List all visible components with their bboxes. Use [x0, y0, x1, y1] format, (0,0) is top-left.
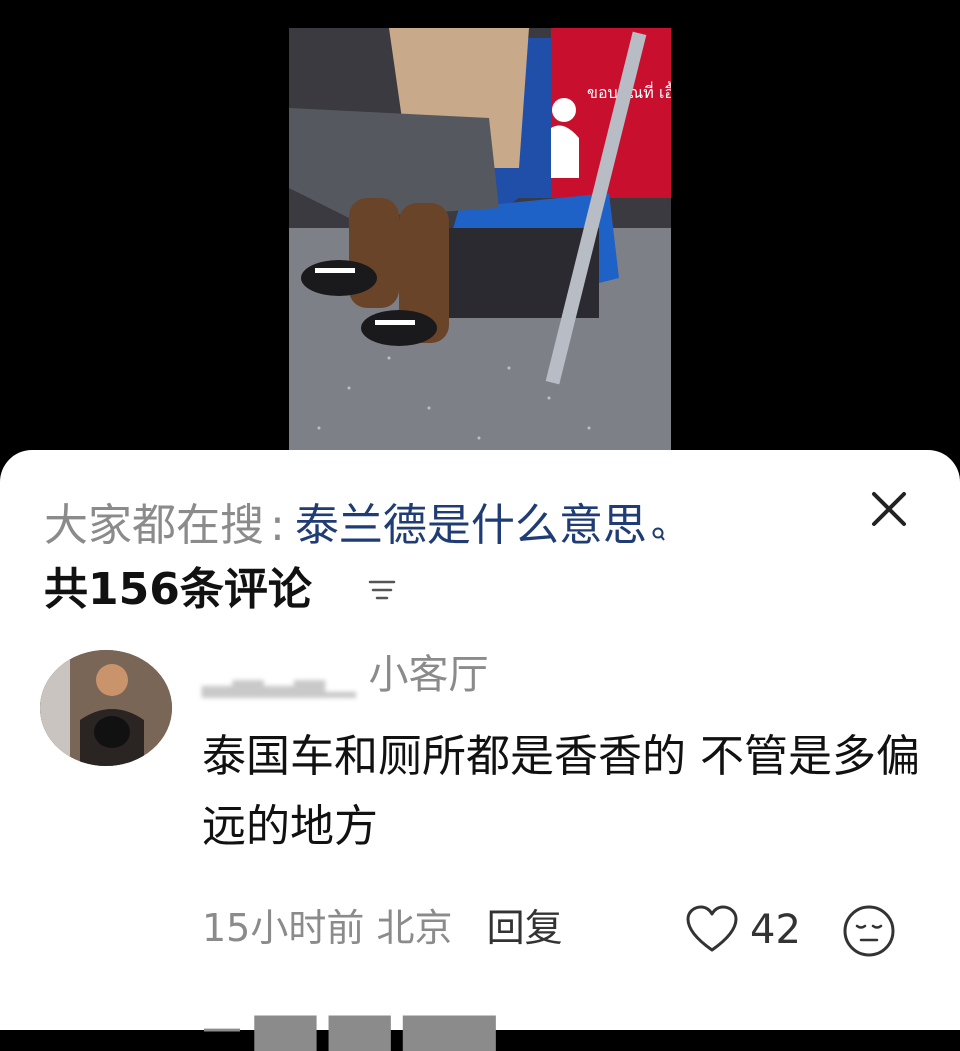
sort-icon[interactable]	[368, 578, 396, 606]
expand-replies-partial[interactable]: — ▆▆ ▆▆ ▆▆▆	[202, 1008, 495, 1048]
emoji-icon[interactable]	[842, 904, 896, 958]
heart-icon[interactable]	[684, 904, 740, 956]
search-prefix: 大家都在搜	[44, 500, 264, 551]
comment-time: 15小时前	[202, 906, 365, 950]
username-obscured: ▂▃▂▃▁	[202, 652, 356, 698]
comment-text: 泰国车和厕所都是香香的 不管是多偏远的地方	[202, 731, 920, 852]
comment-meta: 15小时前 北京 回复	[202, 900, 563, 956]
comment-count: 共156条评论	[44, 564, 312, 615]
search-separator: :	[270, 500, 285, 551]
search-icon[interactable]	[651, 502, 667, 558]
username-label: 小客厅	[368, 652, 489, 698]
username[interactable]: ▂▃▂▃▁ 小客厅	[202, 650, 489, 700]
close-icon[interactable]	[866, 486, 912, 532]
search-suggestion[interactable]: 大家都在搜: 泰兰德是什么意思	[44, 498, 667, 558]
video-player[interactable]: ขอบคุณที่ เอื้อเฟื้อที่นั่ง	[0, 0, 960, 470]
video-frame: ขอบคุณที่ เอื้อเฟื้อที่นั่ง	[289, 28, 671, 450]
comment-location: 北京	[376, 906, 453, 950]
reply-button[interactable]: 回复	[487, 906, 563, 950]
like-count: 42	[750, 907, 801, 953]
avatar[interactable]	[40, 650, 172, 766]
search-query-link[interactable]: 泰兰德是什么意思	[295, 500, 647, 551]
